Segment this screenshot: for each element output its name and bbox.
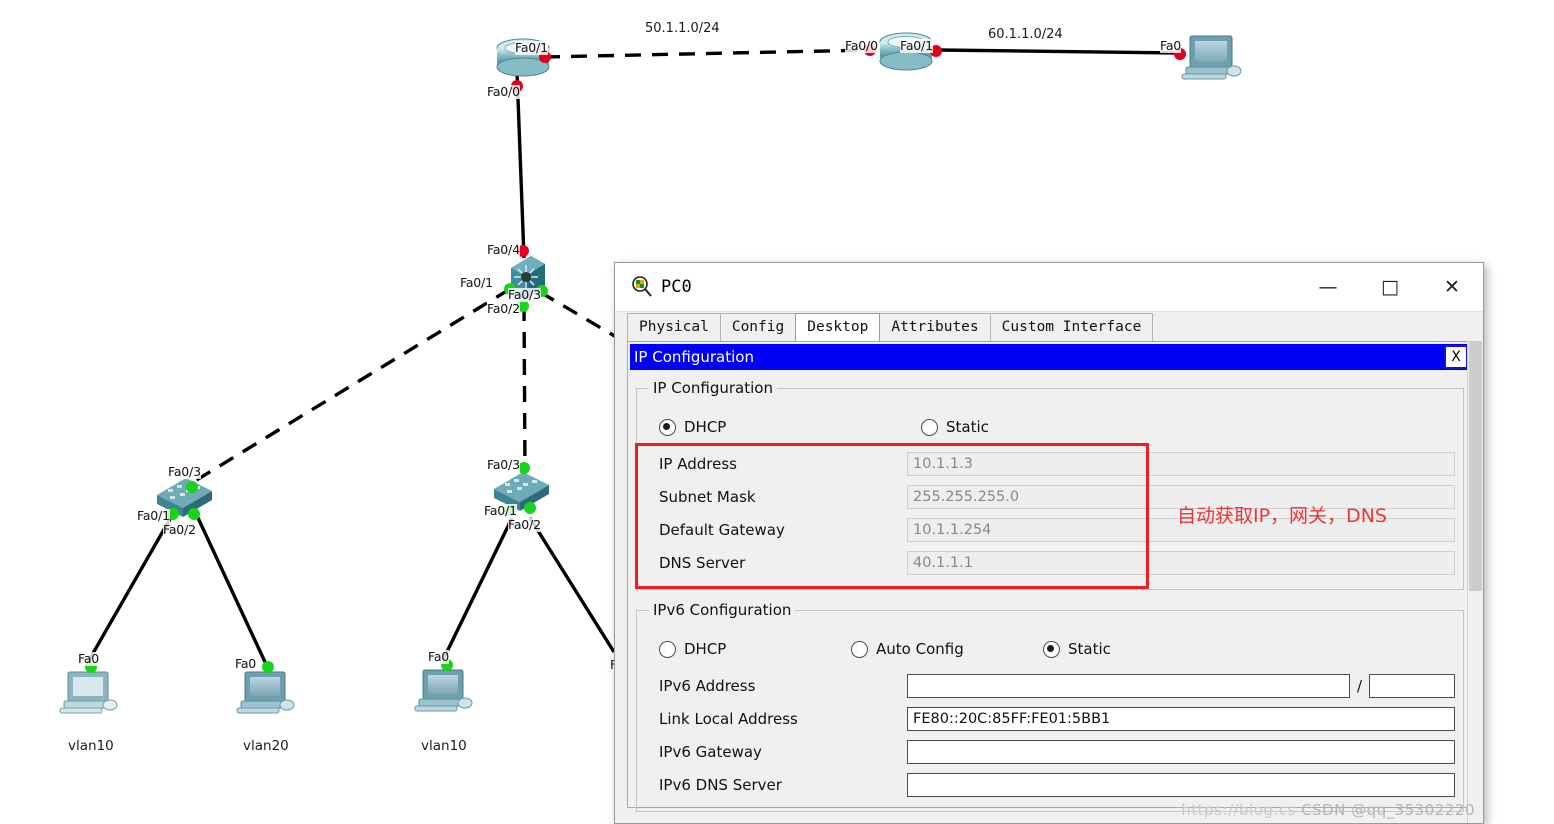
ipv6-field-label: IPv6 DNS Server (659, 775, 782, 794)
watermark-bold: CSDN @qq_35302220 (1301, 801, 1475, 819)
port-label: Fa0 (1160, 38, 1182, 53)
prefix-separator: / (1356, 676, 1362, 695)
port-label: Fa0 (428, 649, 450, 664)
port-label: Fa0/1 (460, 275, 493, 290)
port-label: Fa0/0 (845, 38, 878, 53)
watermark: https://blog.cs CSDN @qq_35302220 (1181, 801, 1475, 819)
panel-close-button[interactable]: X (1444, 345, 1468, 369)
pc0-window: PC0 — □ ✕ Physical Config Desktop Attribute… (614, 262, 1484, 824)
port-label: Fa0/2 (163, 522, 196, 537)
radio-button-icon (1043, 640, 1060, 658)
pc-vlan10-left-icon (59, 671, 118, 714)
watermark-faint: https://blog.cs (1181, 801, 1296, 819)
radio-button-icon (659, 640, 676, 658)
ipv4-field-input-ip-address[interactable] (907, 451, 1455, 476)
ipv6-radio-static[interactable]: Static (1043, 640, 1243, 658)
ipv4-radio-dhcp[interactable]: DHCP (659, 418, 921, 436)
port-label: Fa0/3 (168, 464, 201, 479)
radio-label: Static (1068, 640, 1111, 658)
port-label: Fa0/1 (484, 503, 517, 518)
ipv4-mode-radios: DHCP Static (659, 413, 1455, 441)
tab-attributes[interactable]: Attributes (879, 313, 991, 341)
ipv4-field-label: Default Gateway (659, 520, 785, 539)
ipv6-field-row: IPv6 Gateway (645, 735, 1455, 768)
ipv4-field-row: DNS Server (645, 546, 1455, 579)
port-label: Fa0 (78, 651, 100, 666)
ipv6-fields: Link Local Address IPv6 Gateway IPv6 DNS S… (645, 702, 1455, 801)
window-vertical-scrollbar[interactable] (1467, 341, 1483, 823)
device-label: vlan10 (421, 738, 467, 754)
ipv4-field-label: DNS Server (659, 553, 746, 572)
ipv6-legend: IPv6 Configuration (653, 601, 792, 619)
ipv6-address-label: IPv6 Address (659, 676, 756, 695)
radio-button-icon (659, 418, 676, 436)
maximize-button[interactable]: □ (1359, 263, 1421, 311)
ipv6-field-input-ipv6-gateway[interactable] (907, 739, 1455, 764)
window-title: PC0 (661, 277, 692, 297)
port-label: Fa0/0 (487, 84, 520, 99)
window-titlebar: PC0 — □ ✕ (615, 263, 1483, 312)
radio-label: Static (946, 418, 989, 436)
tab-config[interactable]: Config (719, 313, 797, 341)
ipv6-address-row: IPv6 Address / (645, 669, 1455, 702)
ipv4-field-input-dns-server[interactable] (907, 550, 1455, 575)
ipv6-field-label: IPv6 Gateway (659, 742, 762, 761)
tab-desktop[interactable]: Desktop (795, 313, 881, 341)
tab-strip: Physical Config Desktop Attributes Custom In… (615, 312, 1483, 341)
close-button[interactable]: ✕ (1421, 263, 1483, 311)
radio-label: DHCP (684, 418, 727, 436)
port-label: Fa0/3 (508, 287, 541, 302)
minimize-button[interactable]: — (1297, 263, 1359, 311)
ipv6-address-input[interactable] (907, 673, 1350, 698)
port-label: Fa0/3 (487, 457, 520, 472)
port-label: Fa0/1 (137, 508, 170, 523)
ipv4-field-label: IP Address (659, 454, 737, 473)
pc-vlan10-center-icon (414, 669, 473, 712)
port-label: Fa0/4 (487, 242, 520, 257)
port-label: Fa0/1 (515, 40, 548, 55)
ipv6-field-label: Link Local Address (659, 709, 798, 728)
device-label: vlan10 (68, 738, 114, 754)
window-controls: — □ ✕ (1297, 263, 1483, 311)
ipv6-field-input-ipv6-dns-server[interactable] (907, 772, 1455, 797)
radio-button-icon (851, 640, 868, 658)
ipv6-field-row: IPv6 DNS Server (645, 768, 1455, 801)
ipv4-configuration-group: IP Configuration DHCP Static IP Address Su… (635, 379, 1464, 590)
ipv6-field-input-link-local-address[interactable] (907, 706, 1455, 731)
device-label: vlan20 (243, 738, 289, 754)
ipv4-field-label: Subnet Mask (659, 487, 756, 506)
packet-tracer-icon (631, 276, 653, 298)
annotation-text: 自动获取IP，网关，DNS (1177, 505, 1387, 527)
pc-right-icon (1181, 35, 1242, 80)
ipv6-radio-auto-config[interactable]: Auto Config (851, 640, 1043, 658)
port-label: Fa0/2 (487, 301, 520, 316)
ipv6-configuration-group: IPv6 Configuration DHCP Auto Config Static… (636, 601, 1464, 812)
radio-button-icon (921, 418, 938, 436)
ipv6-field-row: Link Local Address (645, 702, 1455, 735)
ipv6-radio-dhcp[interactable]: DHCP (659, 640, 851, 658)
ipv4-field-row: IP Address (645, 447, 1455, 480)
tab-physical[interactable]: Physical (627, 313, 721, 341)
network-label: 50.1.1.0/24 (645, 21, 720, 36)
port-label: Fa0 (235, 656, 257, 671)
ip-configuration-titlebar: IP Configuration X (630, 344, 1470, 370)
radio-label: DHCP (684, 640, 727, 658)
network-label: 60.1.1.0/24 (988, 27, 1063, 42)
port-label: Fa0/2 (508, 517, 541, 532)
ipv4-radio-static[interactable]: Static (921, 418, 1161, 436)
ipv6-mode-radios: DHCP Auto Config Static (659, 635, 1455, 663)
scrollbar-thumb[interactable] (1469, 341, 1482, 591)
panel-title-text: IP Configuration (634, 348, 754, 366)
radio-label: Auto Config (876, 640, 964, 658)
ipv4-legend: IP Configuration (653, 379, 773, 397)
tab-custom-interface[interactable]: Custom Interface (989, 313, 1154, 341)
desktop-panel: IP Configuration X IP Configuration DHCP… (627, 341, 1473, 812)
port-label: Fa0/1 (900, 38, 933, 53)
ipv6-prefix-input[interactable] (1369, 673, 1455, 698)
pc-vlan20-icon (236, 671, 295, 714)
